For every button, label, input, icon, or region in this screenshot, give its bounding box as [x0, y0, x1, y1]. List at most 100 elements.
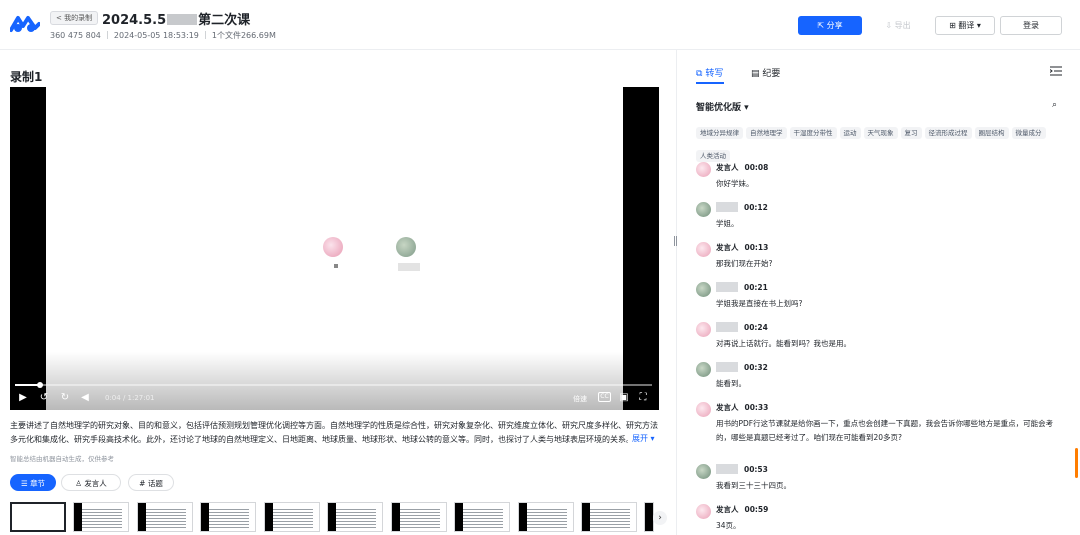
- thumbnail[interactable]: [73, 502, 129, 532]
- speaker-line: 00:53: [716, 464, 768, 474]
- transcript-text: 34页。: [716, 521, 741, 530]
- redacted-block: [398, 263, 420, 271]
- avatar: [696, 202, 711, 217]
- keyword-chip[interactable]: 运动: [839, 127, 861, 139]
- video-player[interactable]: ▶ ↺ ↻ ◀ 0:04 / 1:27:01 倍速 CC ▣ ⛶: [10, 87, 659, 410]
- page-title: 2024.5.5 第二次课: [102, 9, 250, 28]
- speaker-line: 00:21: [716, 282, 768, 292]
- redacted-block: [716, 322, 738, 332]
- thumbnail[interactable]: [454, 502, 510, 532]
- progress-handle[interactable]: [37, 382, 44, 388]
- thumbnail[interactable]: [518, 502, 574, 532]
- speaker-name: 发言人: [716, 505, 739, 514]
- redacted-block: [167, 14, 198, 25]
- tab-transcript[interactable]: ⧉ 转写: [696, 66, 723, 79]
- timestamp[interactable]: 00:21: [744, 283, 768, 292]
- keyword-chip[interactable]: 天气现象: [863, 127, 898, 139]
- ai-disclaimer: 智能总结由机器自动生成，仅供参考: [10, 455, 114, 463]
- redacted-block: [716, 362, 738, 372]
- speaker-line: 00:12: [716, 202, 768, 212]
- caret-down-icon: ▾: [976, 21, 981, 30]
- participant-avatar: [396, 237, 416, 257]
- back-button[interactable]: < 我的录制: [50, 11, 99, 25]
- caption-button[interactable]: CC: [598, 392, 611, 402]
- participant-status: [334, 264, 338, 268]
- chevron-right-icon[interactable]: ›: [653, 511, 667, 525]
- recording-meta: 360 475 804 2024-05-05 18:53:19 1个文件266.69…: [50, 30, 276, 41]
- thumbnail[interactable]: [200, 502, 256, 532]
- redacted-block: [716, 282, 738, 292]
- speaker-line: 发言人 00:08: [716, 162, 768, 173]
- search-icon[interactable]: ⌕: [1052, 100, 1057, 110]
- share-icon: ⇱: [817, 21, 825, 30]
- thumbnail[interactable]: [391, 502, 447, 532]
- time-display: 0:04 / 1:27:01: [105, 394, 155, 402]
- timestamp[interactable]: 00:13: [745, 243, 769, 252]
- export-icon: ⇩: [885, 21, 893, 30]
- pip-icon[interactable]: ▣: [617, 391, 631, 405]
- file-info: 1个文件266.69M: [211, 31, 276, 40]
- tab-topics[interactable]: # 话题: [128, 474, 174, 491]
- transcript-text: 那我们现在开始?: [716, 259, 773, 268]
- keyword-chip[interactable]: 干湿度分带性: [789, 127, 837, 139]
- timestamp[interactable]: 00:53: [744, 465, 768, 474]
- video-frame: [46, 87, 623, 410]
- play-icon[interactable]: ▶: [16, 391, 30, 405]
- timestamp[interactable]: 00:33: [745, 403, 769, 412]
- redacted-block: [716, 464, 738, 474]
- keyword-chip[interactable]: 自然地理学: [746, 127, 787, 139]
- title-prefix: 2024.5.5: [102, 13, 167, 28]
- speaker-name: 发言人: [716, 403, 739, 412]
- recording-title: 录制1: [10, 70, 43, 84]
- keyword-chip[interactable]: 微量成分: [1011, 127, 1046, 139]
- redacted-block: [716, 202, 738, 212]
- thumbnail[interactable]: [327, 502, 383, 532]
- timestamp[interactable]: 00:24: [744, 323, 768, 332]
- timestamp[interactable]: 00:59: [745, 505, 769, 514]
- app-logo: [10, 16, 40, 32]
- volume-icon[interactable]: ◀: [78, 391, 92, 405]
- tab-chapters[interactable]: ☰ 章节: [10, 474, 56, 491]
- meeting-id: 360 475 804: [50, 31, 101, 40]
- keyword-list: 地域分异规律 自然地理学 干湿度分带性 运动 天气现象 复习 径流形成过程 圈层结构 微量成分人…: [696, 120, 1066, 166]
- progress-bar[interactable]: [15, 382, 652, 388]
- thumbnail[interactable]: [137, 502, 193, 532]
- share-button[interactable]: ⇱ 分享: [798, 16, 862, 35]
- fullscreen-icon[interactable]: ⛶: [636, 391, 650, 405]
- expand-link[interactable]: 展开 ▾: [628, 433, 655, 444]
- thumbnail[interactable]: [10, 502, 66, 532]
- thumbnail[interactable]: [581, 502, 637, 532]
- keyword-chip[interactable]: 地域分异规律: [696, 127, 743, 139]
- avatar: [696, 162, 711, 177]
- login-button[interactable]: 登录: [1000, 16, 1062, 35]
- avatar: [696, 402, 711, 417]
- user-icon: ♙: [75, 479, 82, 488]
- thumbnail[interactable]: [264, 502, 320, 532]
- transcript-text: 用书的PDF行这节课就是给你画一下，重点也会创建一下真题，我会告诉你哪些地方是重…: [716, 419, 1054, 442]
- keyword-chip[interactable]: 复习: [900, 127, 922, 139]
- forward-icon[interactable]: ↻: [58, 391, 72, 405]
- speed-button[interactable]: 倍速: [573, 394, 587, 404]
- rewind-icon[interactable]: ↺: [37, 391, 51, 405]
- outline-icon[interactable]: [1050, 66, 1062, 76]
- hash-icon: #: [139, 479, 146, 488]
- timestamp[interactable]: 00:12: [744, 203, 768, 212]
- participant-avatar: [323, 237, 343, 257]
- scrollbar[interactable]: [1075, 448, 1078, 478]
- avatar: [696, 322, 711, 337]
- tab-minutes[interactable]: ▤ 纪要: [751, 66, 780, 79]
- translate-button[interactable]: ⊞ 翻译 ▾: [935, 16, 995, 35]
- keyword-chip[interactable]: 人类活动: [696, 150, 730, 162]
- avatar: [696, 362, 711, 377]
- left-panel: 录制1 ▶ ↺ ↻ ◀ 0:04 / 1:27:01 倍速 CC ▣ ⛶ 主要讲…: [0, 50, 676, 535]
- caret-down-icon: ▾: [744, 103, 749, 113]
- export-button[interactable]: ⇩ 导出: [868, 16, 928, 35]
- tab-speakers[interactable]: ♙ 发言人: [61, 474, 121, 491]
- transcript-mode-select[interactable]: 智能优化版 ▾: [696, 100, 749, 113]
- title-suffix: 第二次课: [198, 13, 251, 28]
- keyword-chip[interactable]: 径流形成过程: [924, 127, 972, 139]
- speaker-line: 00:32: [716, 362, 768, 372]
- timestamp[interactable]: 00:08: [745, 163, 769, 172]
- timestamp[interactable]: 00:32: [744, 363, 768, 372]
- keyword-chip[interactable]: 圈层结构: [974, 127, 1009, 139]
